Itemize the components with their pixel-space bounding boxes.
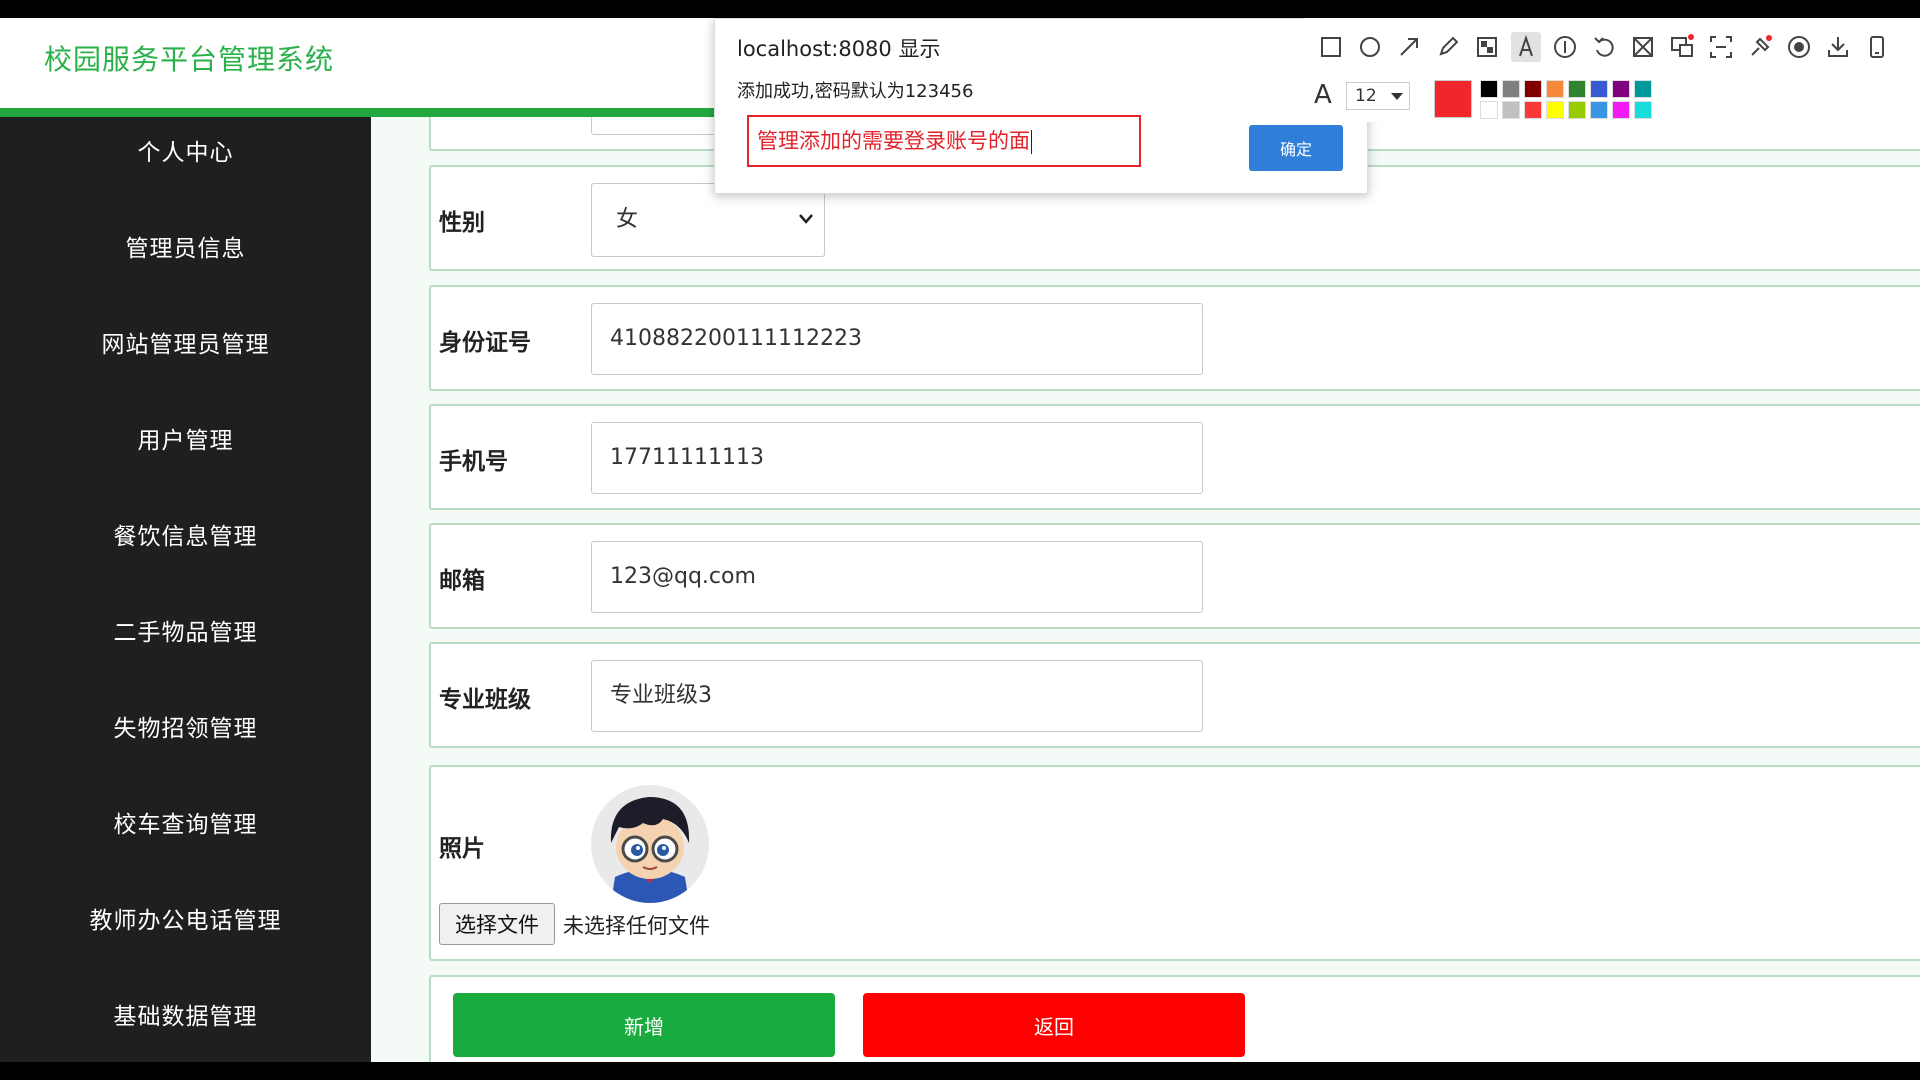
gender-select-value: 女	[616, 207, 639, 232]
app-frame: 校园服务平台管理系统 个人中心管理员信息网站管理员管理 用户管理餐饮信息管理 二手物…	[0, 18, 1920, 1062]
sidebar: 个人中心管理员信息网站管理员管理 用户管理餐饮信息管理 二手物品管理 失物招领管理 校车…	[0, 117, 371, 1062]
sidebar-item-user-management[interactable]: 用户管理	[0, 413, 371, 463]
palette-swatch[interactable]	[1502, 101, 1520, 119]
gender-select[interactable]: 女	[591, 183, 825, 257]
font-size-select[interactable]: 12	[1346, 82, 1410, 110]
undo-icon[interactable]	[1589, 32, 1619, 62]
current-color-swatch[interactable]	[1434, 80, 1472, 118]
sidebar-item-secondhand-goods-management[interactable]: 二手物品管理	[0, 605, 371, 655]
palette-swatch[interactable]	[1546, 80, 1564, 98]
sidebar-item-dining-info-management[interactable]: 餐饮信息管理	[0, 509, 371, 559]
rectangle-icon[interactable]	[1316, 32, 1346, 62]
major-class-input[interactable]: 专业班级3	[591, 660, 1203, 732]
sidebar-item-lost-and-found-management[interactable]: 失物招领管理	[0, 701, 371, 751]
sidebar-item-personal-center[interactable]: 个人中心	[0, 125, 371, 175]
download-icon[interactable]	[1823, 32, 1853, 62]
mobile-icon[interactable]	[1862, 32, 1892, 62]
palette-swatch[interactable]	[1546, 101, 1564, 119]
chevron-down-icon	[1391, 93, 1403, 100]
phone-input[interactable]: 17711111113	[591, 422, 1203, 494]
annotation-text-box[interactable]: 管理添加的需要登录账号的面	[747, 115, 1141, 167]
ocr-icon[interactable]	[1706, 32, 1736, 62]
form-row-email: 邮箱 123@qq.com	[429, 523, 1920, 629]
font-size-icon: A	[1314, 80, 1332, 110]
alert-dialog: localhost:8080 显示 添加成功,密码默认为123456 管理添加的…	[714, 18, 1368, 194]
email-label: 邮箱	[439, 568, 485, 594]
text-icon[interactable]	[1511, 32, 1541, 62]
palette-swatch[interactable]	[1524, 80, 1542, 98]
form-row-major-class: 专业班级 专业班级3	[429, 642, 1920, 748]
arrow-icon[interactable]	[1394, 32, 1424, 62]
choose-file-button[interactable]: 选择文件	[439, 903, 555, 945]
form-row-phone: 手机号 17711111113	[429, 404, 1920, 510]
form-row-id-number: 身份证号 410882200111112223	[429, 285, 1920, 391]
palette-swatch[interactable]	[1568, 101, 1586, 119]
palette-swatch[interactable]	[1590, 101, 1608, 119]
main-content: 性别 女 身份证号 410882200111112223 手机号 1771111…	[371, 117, 1920, 1062]
palette-swatch[interactable]	[1590, 80, 1608, 98]
avatar	[591, 785, 709, 903]
add-button[interactable]: 新增	[453, 993, 835, 1057]
dialog-ok-button[interactable]: 确定	[1249, 125, 1343, 171]
palette-swatch[interactable]	[1524, 101, 1542, 119]
phone-label: 手机号	[439, 449, 508, 475]
sidebar-item-site-admin-management[interactable]: 网站管理员管理	[0, 317, 371, 367]
translate-icon[interactable]	[1667, 32, 1697, 62]
chevron-down-icon	[799, 214, 813, 224]
sidebar-item-basic-data-management[interactable]: 基础数据管理	[0, 989, 371, 1039]
app-title: 校园服务平台管理系统	[44, 43, 335, 76]
sidebar-item-admin-info[interactable]: 管理员信息	[0, 221, 371, 271]
file-status-text: 未选择任何文件	[563, 914, 710, 938]
form-row-actions: 新增 返回	[429, 975, 1920, 1062]
palette-swatch[interactable]	[1634, 80, 1652, 98]
dialog-message: 添加成功,密码默认为123456	[737, 81, 974, 102]
form-row-photo: 照片 选择文件 未选择任何文件	[429, 765, 1920, 961]
ellipse-icon[interactable]	[1355, 32, 1385, 62]
photo-label: 照片	[439, 836, 485, 862]
dialog-origin: localhost:8080 显示	[737, 37, 941, 61]
major-class-label: 专业班级	[439, 687, 531, 713]
palette-swatch[interactable]	[1480, 101, 1498, 119]
sidebar-item-teacher-phone-management[interactable]: 教师办公电话管理	[0, 893, 371, 943]
number-icon[interactable]	[1550, 32, 1580, 62]
annotation-text: 管理添加的需要登录账号的面	[757, 129, 1030, 153]
record-icon[interactable]	[1784, 32, 1814, 62]
palette-swatch[interactable]	[1502, 80, 1520, 98]
palette-swatch[interactable]	[1568, 80, 1586, 98]
font-size-value: 12	[1355, 86, 1377, 106]
id-number-input[interactable]: 410882200111112223	[591, 303, 1203, 375]
text-caret	[1031, 130, 1032, 154]
annotation-toolbar: A 12	[1304, 18, 1920, 122]
screen: 校园服务平台管理系统 个人中心管理员信息网站管理员管理 用户管理餐饮信息管理 二手物…	[0, 0, 1920, 1080]
palette-swatch[interactable]	[1612, 101, 1630, 119]
gender-label: 性别	[439, 210, 485, 236]
pencil-icon[interactable]	[1433, 32, 1463, 62]
palette-swatch[interactable]	[1612, 80, 1630, 98]
palette-swatch[interactable]	[1480, 80, 1498, 98]
cut-icon[interactable]	[1628, 32, 1658, 62]
back-button[interactable]: 返回	[863, 993, 1245, 1057]
id-number-label: 身份证号	[439, 330, 531, 356]
palette-swatch[interactable]	[1634, 101, 1652, 119]
pin-icon[interactable]	[1745, 32, 1775, 62]
sidebar-item-school-bus-management[interactable]: 校车查询管理	[0, 797, 371, 847]
email-input[interactable]: 123@qq.com	[591, 541, 1203, 613]
mosaic-icon[interactable]	[1472, 32, 1502, 62]
